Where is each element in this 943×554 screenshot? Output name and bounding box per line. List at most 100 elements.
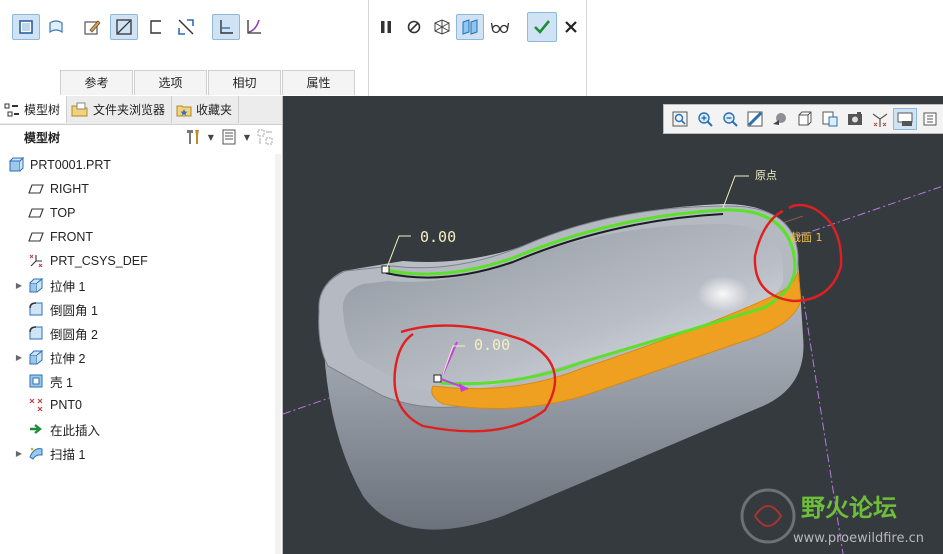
- tree-item-label: 倒圆角 1: [50, 303, 98, 318]
- model-canvas[interactable]: 0.00 0.00 原点 截面 1 野火论坛 www.proewildfire.…: [283, 96, 943, 554]
- surface-icon: [49, 20, 63, 34]
- tree-item[interactable]: PRT0001.PRT: [0, 154, 270, 176]
- dimension-value-1[interactable]: 0.00: [420, 228, 456, 246]
- tab-model-tree[interactable]: 模型树: [0, 96, 68, 123]
- tab-references[interactable]: 参考: [60, 70, 133, 95]
- tab-options[interactable]: 选项: [134, 70, 207, 95]
- horizontal-vertical-button[interactable]: [212, 14, 240, 40]
- view-manager-button[interactable]: [818, 108, 842, 130]
- round-icon: [29, 302, 43, 316]
- view-manager-icon: [822, 111, 838, 127]
- tree-item[interactable]: ▶ 拉伸 1: [0, 274, 270, 296]
- cancel-icon: [565, 21, 577, 33]
- verify-icon: [462, 19, 478, 35]
- tab-favorites[interactable]: 收藏夹: [172, 96, 240, 123]
- tab-label: 模型树: [24, 103, 61, 117]
- graphics-viewport[interactable]: 0.00 0.00 原点 截面 1 野火论坛 www.proewildfire.…: [283, 96, 943, 554]
- datum-display-button[interactable]: [868, 108, 892, 130]
- tree-item[interactable]: TOP: [0, 202, 270, 224]
- tree-item-label: 拉伸 1: [50, 279, 86, 294]
- chevron-down-icon[interactable]: ▼: [208, 133, 214, 142]
- tab-tangency[interactable]: 相切: [208, 70, 281, 95]
- tree-item[interactable]: PRT_CSYS_DEF: [0, 250, 270, 272]
- section-label: 截面 1: [790, 230, 823, 244]
- sketch-icon: [84, 20, 101, 35]
- perspective-button[interactable]: [843, 108, 867, 130]
- tree-item[interactable]: 倒圆角 1: [0, 298, 270, 320]
- no-preview-icon: [407, 20, 421, 34]
- surface-button[interactable]: [42, 14, 70, 40]
- mesh-preview-button[interactable]: [428, 14, 456, 40]
- start-point-handle[interactable]: [381, 265, 390, 274]
- solid-button[interactable]: [12, 14, 40, 40]
- tree-scrollbar[interactable]: [275, 154, 281, 554]
- watermark: [740, 488, 796, 544]
- pause-button[interactable]: [372, 14, 400, 40]
- insert-here-icon: [30, 424, 42, 434]
- section-normal-button[interactable]: [110, 14, 138, 40]
- expand-chevron-icon[interactable]: ▶: [14, 449, 24, 458]
- section-open-button[interactable]: [142, 14, 170, 40]
- section-custom-button[interactable]: [172, 14, 200, 40]
- origin-label: 原点: [755, 169, 777, 182]
- round-icon: [29, 326, 43, 340]
- datum-display-icon: [872, 113, 888, 127]
- verify-button[interactable]: [456, 14, 484, 40]
- datum-plane-icon: [28, 208, 44, 218]
- sketch-button[interactable]: [78, 14, 106, 40]
- tree-item[interactable]: ▶ 扫描 1: [0, 442, 270, 464]
- tree-item[interactable]: ▶ 拉伸 2: [0, 346, 270, 368]
- refit-icon: [672, 111, 688, 127]
- curve-button[interactable]: [240, 14, 268, 40]
- tree-settings-icon[interactable]: [184, 128, 202, 146]
- tree-item[interactable]: RIGHT: [0, 178, 270, 200]
- expand-chevron-icon[interactable]: ▶: [14, 281, 24, 290]
- watermark-title: 野火论坛: [801, 494, 897, 522]
- ribbon-divider-end: [586, 0, 587, 96]
- saved-views-button[interactable]: [793, 108, 817, 130]
- filter-icon[interactable]: [256, 128, 274, 146]
- favorites-icon: [176, 105, 192, 116]
- ok-icon: [534, 20, 551, 34]
- option-tabs: 参考 选项 相切 属性: [60, 70, 356, 96]
- shell-icon: [29, 374, 43, 388]
- refit-button[interactable]: [668, 108, 692, 130]
- tree-tools: ▼ ▼: [184, 128, 274, 146]
- ok-button[interactable]: [527, 12, 557, 42]
- dimension-value-2[interactable]: 0.00: [474, 336, 510, 354]
- display-style-button[interactable]: [768, 108, 792, 130]
- cancel-button[interactable]: [557, 14, 585, 40]
- sweep-icon: [29, 447, 43, 460]
- zoom-in-button[interactable]: [693, 108, 717, 130]
- tab-label: 收藏夹: [196, 103, 233, 117]
- tree-item[interactable]: 倒圆角 2: [0, 322, 270, 344]
- chevron-down-icon[interactable]: ▼: [244, 133, 250, 142]
- tree-header: 模型树 ▼ ▼: [0, 124, 282, 150]
- display-style-icon: [773, 113, 786, 125]
- annotation-display-icon: [897, 112, 913, 126]
- start-point-handle-2[interactable]: [433, 374, 442, 383]
- annotation-display-button[interactable]: [893, 108, 917, 130]
- tab-properties[interactable]: 属性: [282, 70, 355, 95]
- repaint-button[interactable]: [743, 108, 767, 130]
- ribbon-divider: [368, 0, 369, 96]
- glasses-button[interactable]: [486, 14, 514, 40]
- tree-item[interactable]: 壳 1: [0, 370, 270, 392]
- tree-item[interactable]: 在此插入: [0, 418, 270, 440]
- tree-item[interactable]: FRONT: [0, 226, 270, 248]
- mesh-preview-icon: [434, 19, 450, 35]
- surface-highlight: [697, 276, 749, 312]
- folder-icon: [71, 102, 88, 116]
- horizontal-vertical-icon: [220, 20, 233, 34]
- expand-chevron-icon[interactable]: ▶: [14, 353, 24, 362]
- tree-item[interactable]: PNT0: [0, 394, 270, 416]
- zoom-out-button[interactable]: [718, 108, 742, 130]
- show-icon[interactable]: [220, 128, 238, 146]
- datum-plane-icon: [28, 184, 44, 194]
- tree-item-label: 在此插入: [50, 423, 101, 438]
- spin-center-button[interactable]: [918, 108, 942, 130]
- no-preview-button[interactable]: [400, 14, 428, 40]
- curve-icon: [247, 19, 261, 34]
- tree-title: 模型树: [24, 130, 61, 145]
- tab-folder-browser[interactable]: 文件夹浏览器: [67, 96, 173, 123]
